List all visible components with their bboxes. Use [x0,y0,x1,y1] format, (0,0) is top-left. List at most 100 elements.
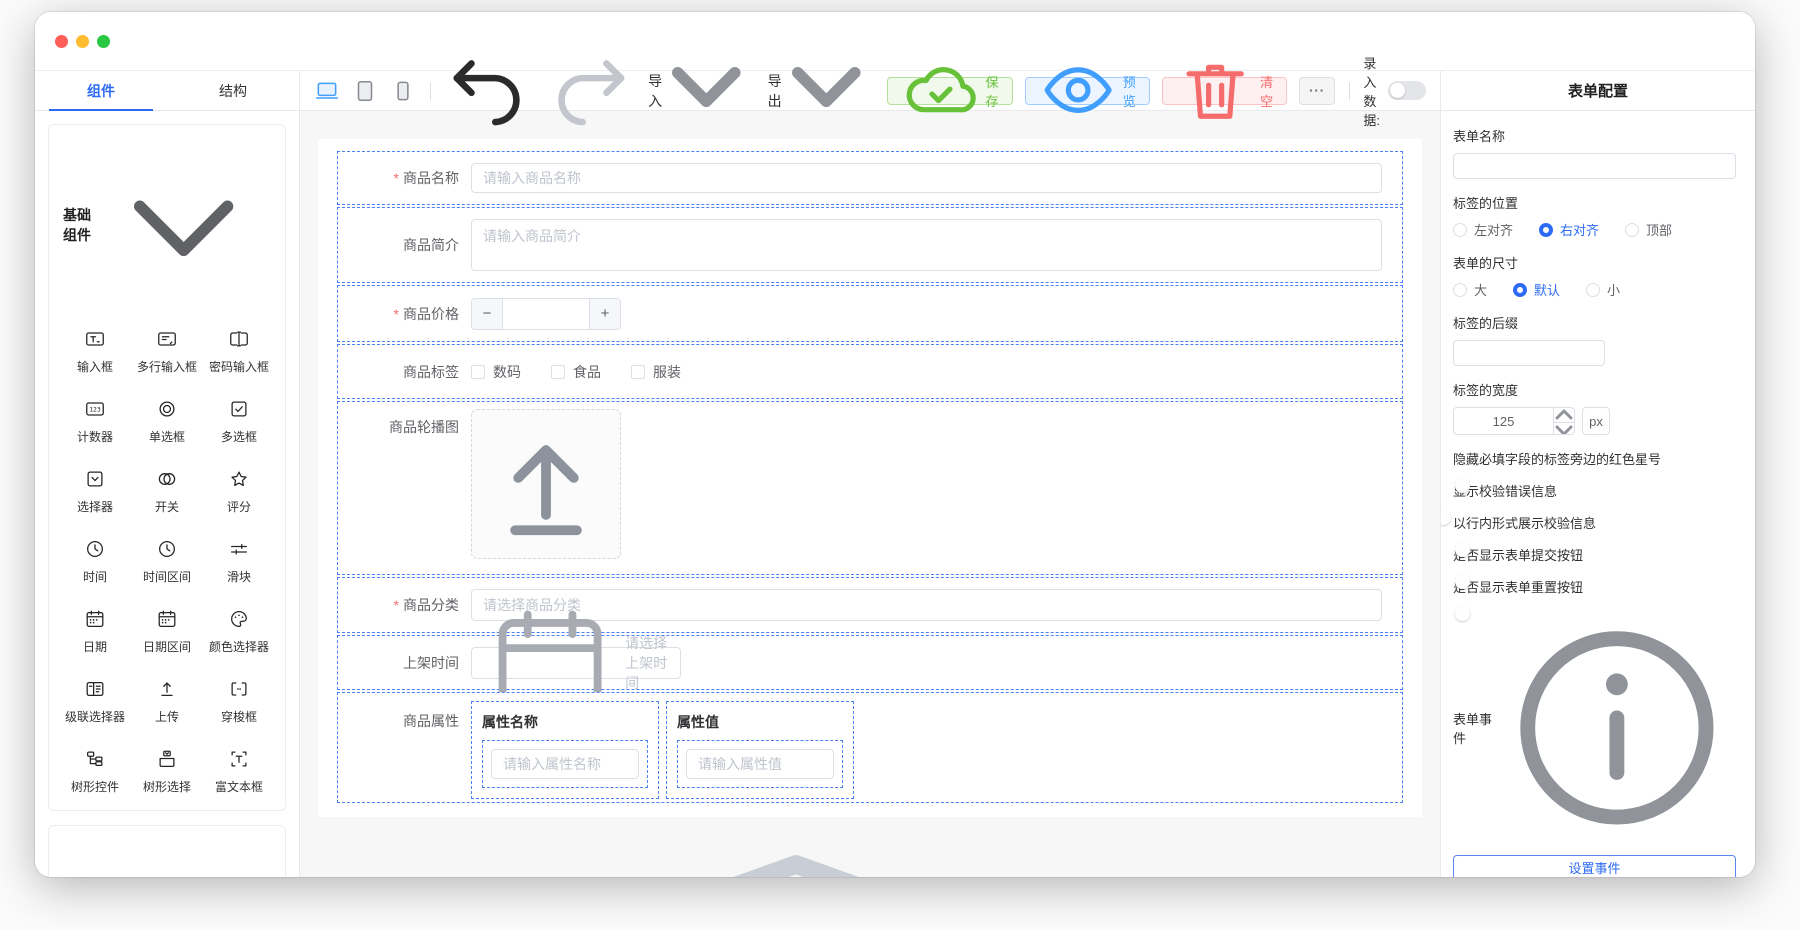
field-label: 商品标签 [403,363,459,380]
set-event-button[interactable]: 设置事件 [1453,854,1736,877]
checkbox-digital[interactable]: 数码 [471,362,521,382]
component-item[interactable]: 开关 [131,456,203,526]
phone-view-button[interactable] [390,78,416,104]
component-icon [228,467,250,491]
form-field-product-price[interactable]: * 商品价格 − + [337,285,1403,342]
form-canvas[interactable]: *商品名称 商品简介 *商品价格 − [300,111,1440,877]
toggle-label: 显示校验错误信息 [1453,484,1558,499]
designer-toolbar: 导入 导出 保存 预览 清空 ··· 录入数据: [300,56,1440,128]
component-label: 开关 [154,500,179,515]
radio-size-large[interactable]: 大 [1453,280,1487,299]
label-width-value[interactable] [1454,408,1553,434]
component-item[interactable]: 上传 [131,666,203,736]
subform-column-attr-value[interactable]: 属性值 [666,701,854,799]
desktop-view-button[interactable] [314,78,340,104]
component-item[interactable]: 密码输入框 [203,316,275,386]
component-item[interactable]: 富文本框 [203,736,275,806]
record-data-toggle[interactable] [1387,81,1426,100]
stepper-increase-button[interactable]: + [589,298,620,329]
component-item[interactable]: 树形选择 [131,736,203,806]
section-basic-header[interactable]: 基础组件 [59,137,275,316]
subform-cell[interactable] [677,740,843,788]
component-icon [156,607,178,631]
subform-cell[interactable] [482,740,648,788]
attr-name-input[interactable] [491,749,639,779]
component-item[interactable]: 时间区间 [131,526,203,596]
component-icon [84,537,106,561]
component-icon [84,747,106,771]
spinner-down-button[interactable] [1554,423,1574,434]
form-panel: *商品名称 商品简介 *商品价格 − [318,139,1422,817]
component-label: 树形选择 [142,780,191,795]
component-item[interactable]: 颜色选择器 [203,596,275,666]
show-reset-button-group: 是否显示表单重置按钮 [1453,577,1736,596]
spinner-up-button[interactable] [1554,408,1574,423]
component-item[interactable]: 多选框 [203,386,275,456]
component-item[interactable]: 时间 [59,526,131,596]
more-actions-button[interactable]: ··· [1299,76,1336,105]
label-position-group: 标签的位置 左对齐 右对齐 顶部 [1453,193,1736,239]
preview-button[interactable]: 预览 [1024,67,1150,114]
image-upload-dropzone[interactable] [471,409,621,559]
form-event-group: 表单事件 设置事件 [1453,609,1736,877]
radio-icon [1539,222,1554,237]
subform-column-attr-name[interactable]: 属性名称 [471,701,659,799]
component-label: 日期 [82,640,107,655]
attribute-subform: 属性名称 属性值 [471,701,854,799]
component-item[interactable]: 树形控件 [59,736,131,806]
component-item[interactable]: 123 计数器 [59,386,131,456]
component-icon [228,747,250,771]
stepper-decrease-button[interactable]: − [472,298,503,329]
tablet-view-button[interactable] [352,78,378,104]
radio-align-left[interactable]: 左对齐 [1453,220,1513,239]
component-icon [84,607,106,631]
component-item[interactable]: 穿梭框 [203,666,275,736]
checkbox-food[interactable]: 食品 [551,362,601,382]
checkbox-clothing[interactable]: 服装 [631,362,681,382]
tab-components[interactable]: 组件 [35,71,167,111]
laptop-icon [314,78,340,104]
chevron-down-icon [102,838,271,877]
price-input[interactable] [503,298,589,329]
component-item[interactable]: 滑块 [203,526,275,596]
component-item[interactable]: 单选框 [131,386,203,456]
component-item[interactable]: 输入框 [59,316,131,386]
form-name-input[interactable] [1453,153,1736,179]
save-button[interactable]: 保存 [887,67,1013,113]
component-item[interactable]: 日期区间 [131,596,203,666]
close-window-button[interactable] [55,34,68,48]
form-size-group: 表单的尺寸 大 默认 小 [1453,253,1736,299]
product-name-input[interactable] [471,163,1382,193]
radio-size-default[interactable]: 默认 [1513,280,1560,299]
component-icon [228,677,250,701]
form-field-product-attributes[interactable]: 商品属性 属性名称 属性值 [337,692,1403,803]
label-suffix-input[interactable] [1453,340,1605,366]
toggle-label: 是否显示表单重置按钮 [1453,580,1584,595]
attr-value-input[interactable] [686,749,834,779]
component-icon [228,537,250,561]
component-item[interactable]: 选择器 [59,456,131,526]
form-field-launch-time[interactable]: 上架时间 请选择上架时间 [337,611,1403,712]
tab-structure[interactable]: 结构 [167,71,299,110]
label-width-label: 标签的宽度 [1453,383,1519,398]
clear-button[interactable]: 清空 [1161,65,1288,120]
component-item[interactable]: 多行输入框 [131,316,203,386]
radio-align-right[interactable]: 右对齐 [1539,220,1599,239]
component-item[interactable]: 评分 [203,456,275,526]
launch-time-datepicker[interactable]: 请选择上架时间 [471,611,681,712]
form-field-product-tags[interactable]: 商品标签 数码 食品 服装 [337,344,1403,399]
field-label: 商品简介 [403,237,459,253]
component-icon [156,677,178,701]
component-item[interactable]: 日期 [59,596,131,666]
section-subform-header[interactable]: 子表单组件 [59,838,275,877]
zoom-window-button[interactable] [97,34,110,48]
radio-align-top[interactable]: 顶部 [1625,220,1672,239]
form-field-product-intro[interactable]: 商品简介 [337,207,1403,283]
minimize-window-button[interactable] [76,34,89,48]
radio-size-small[interactable]: 小 [1586,280,1620,299]
product-intro-textarea[interactable] [471,219,1382,271]
component-item[interactable]: 级联选择器 [59,666,131,736]
form-field-product-carousel[interactable]: 商品轮播图 [337,401,1403,575]
form-field-product-name[interactable]: * 商品名称 [337,151,1403,205]
form-name-label: 表单名称 [1453,129,1506,144]
